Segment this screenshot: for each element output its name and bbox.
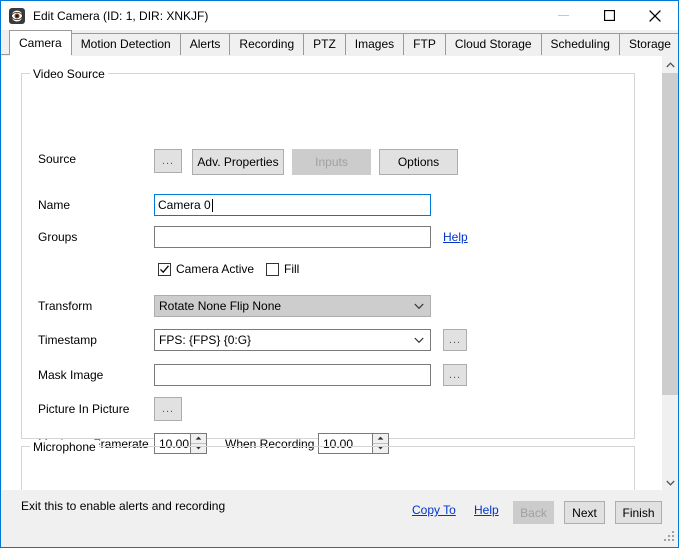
tab-label: Camera [19,36,62,50]
fill-checkbox[interactable]: Fill [266,262,299,276]
picture-in-picture-label: Picture In Picture [38,402,130,416]
adv-properties-button[interactable]: Adv. Properties [192,149,284,175]
name-input[interactable]: Camera 0 [154,194,431,216]
chevron-down-icon [412,296,426,316]
tab-label: Motion Detection [80,37,171,51]
name-label: Name [38,198,71,212]
next-button[interactable]: Next [564,501,605,524]
microphone-group: Microphone [21,440,635,491]
timestamp-label: Timestamp [38,333,97,347]
tab-label: PTZ [313,37,336,51]
timestamp-browse-button[interactable]: ... [443,329,467,351]
window-title: Edit Camera (ID: 1, DIR: XNKJF) [33,8,209,23]
close-button[interactable] [632,1,678,30]
tab-strip: Camera Motion Detection Alerts Recording… [1,30,678,56]
title-bar: Edit Camera (ID: 1, DIR: XNKJF) [1,1,678,30]
scroll-up-button[interactable] [662,56,678,73]
back-button: Back [513,501,554,524]
camera-tab-panel: Video Source Source ... Adv. Properties … [2,56,678,491]
text-caret [211,198,213,212]
transform-label: Transform [38,299,93,313]
resize-grip[interactable] [664,531,676,543]
tab-images[interactable]: Images [344,33,405,55]
camera-eye-icon [9,7,25,24]
options-button[interactable]: Options [379,149,458,175]
chevron-down-icon [412,330,426,350]
groups-label: Groups [38,230,78,244]
tab-label: Images [354,37,395,51]
camera-settings-scroll-area: Video Source Source ... Adv. Properties … [2,56,647,491]
tab-label: FTP [413,37,436,51]
video-source-group-title: Video Source [30,67,108,81]
copy-to-link[interactable]: Copy To [412,503,456,517]
finish-button[interactable]: Finish [615,501,662,524]
tab-storage[interactable]: Storage [618,33,678,55]
picture-in-picture-browse-button[interactable]: ... [154,397,182,421]
stepper-up-icon[interactable] [191,434,206,444]
inputs-button: Inputs [292,149,371,175]
tab-label: Recording [239,37,295,51]
checkbox-box [266,262,279,276]
groups-input[interactable] [154,226,431,248]
transform-dropdown[interactable]: Rotate None Flip None [154,295,431,317]
checkbox-box [158,262,171,276]
tab-alerts[interactable]: Alerts [179,33,231,55]
fill-label: Fill [284,262,300,276]
tab-label: Alerts [189,37,221,51]
transform-value: Rotate None Flip None [159,299,282,313]
status-text: Exit this to enable alerts and recording [21,499,226,513]
vertical-scrollbar[interactable] [661,56,678,491]
camera-active-label: Camera Active [176,262,255,276]
source-browse-button[interactable]: ... [154,149,182,173]
scroll-down-button[interactable] [662,474,678,491]
timestamp-value: FPS: {FPS} {0:G} [159,333,252,347]
tab-cloud-storage[interactable]: Cloud Storage [444,33,542,55]
groups-help-link[interactable]: Help [443,230,468,244]
mask-image-label: Mask Image [38,368,104,382]
stepper-up-icon[interactable] [373,434,388,444]
tab-motion-detection[interactable]: Motion Detection [70,33,181,55]
tab-label: Storage [628,37,671,51]
name-input-value: Camera 0 [158,198,211,212]
edit-camera-window: Edit Camera (ID: 1, DIR: XNKJF) Camera M… [0,0,679,548]
help-link[interactable]: Help [474,503,499,517]
scrollbar-thumb[interactable] [662,73,678,395]
tab-label: Cloud Storage [454,37,532,51]
mask-image-browse-button[interactable]: ... [443,364,467,386]
camera-active-checkbox[interactable]: Camera Active [158,262,254,276]
microphone-group-title: Microphone [30,440,99,454]
tab-label: Scheduling [550,37,610,51]
tab-camera[interactable]: Camera [9,30,72,56]
source-label: Source [38,152,77,166]
tab-scheduling[interactable]: Scheduling [540,33,620,55]
minimize-button[interactable] [540,1,586,30]
maximize-button[interactable] [586,1,632,30]
scrollbar-track[interactable] [662,73,678,474]
mask-image-input[interactable] [154,364,431,386]
tab-ftp[interactable]: FTP [403,33,446,55]
tab-recording[interactable]: Recording [229,33,305,55]
tab-ptz[interactable]: PTZ [303,33,346,55]
timestamp-dropdown[interactable]: FPS: {FPS} {0:G} [154,329,431,351]
